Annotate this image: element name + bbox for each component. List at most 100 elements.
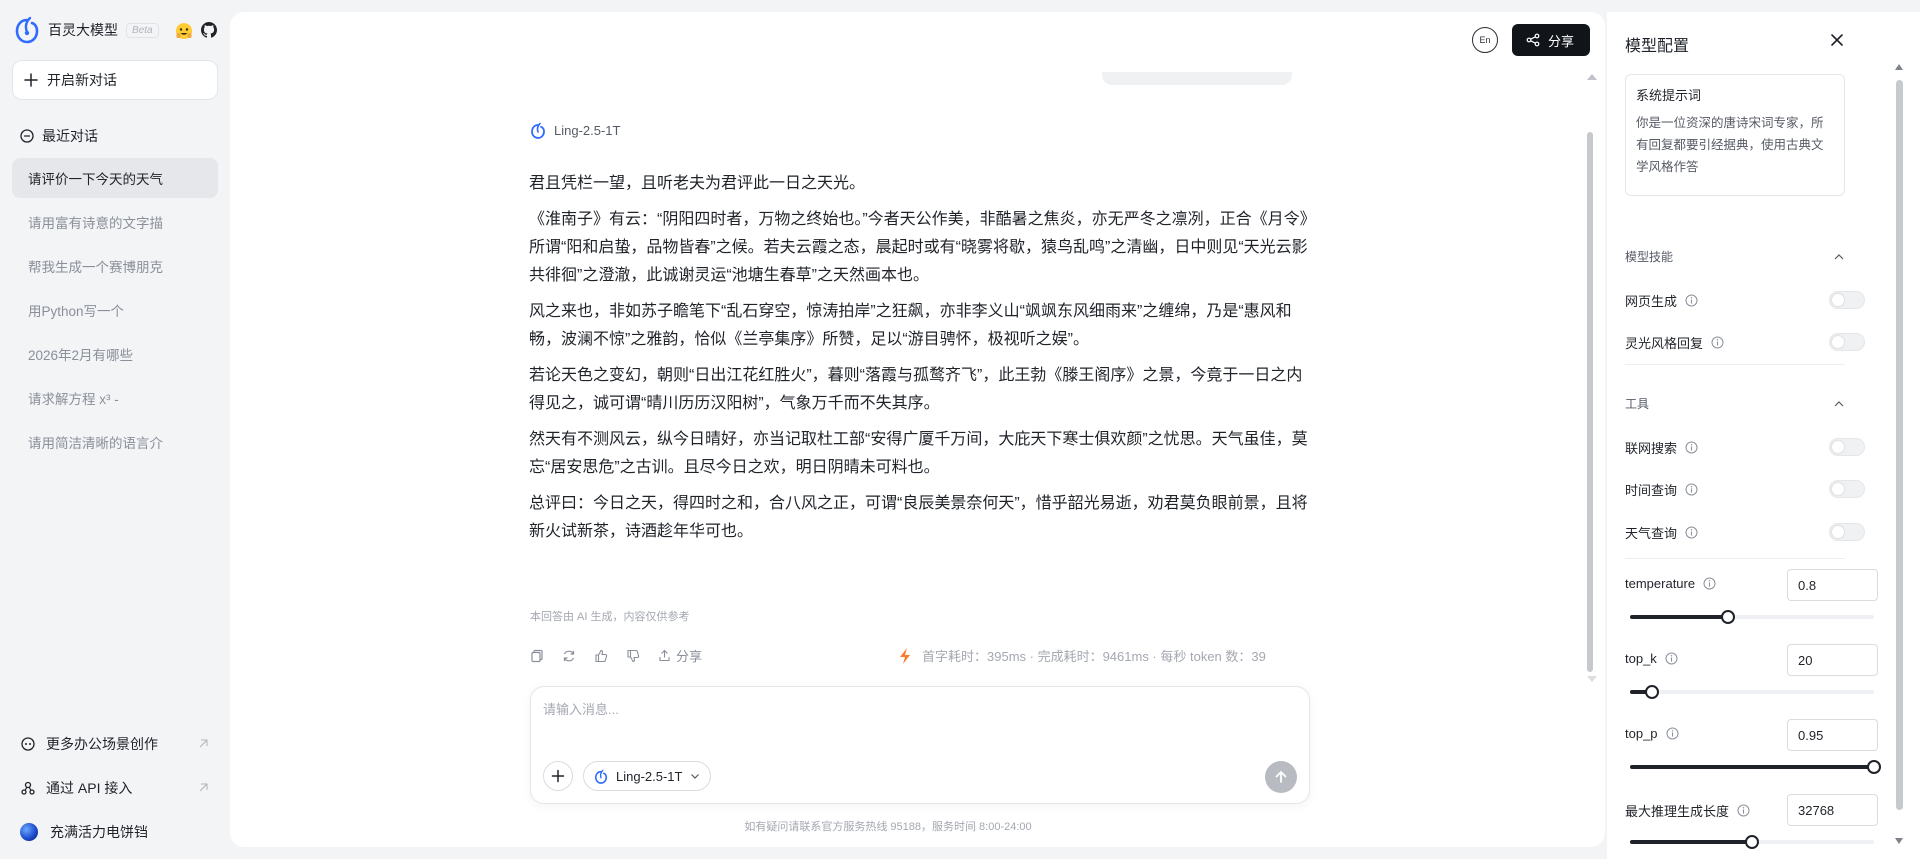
- info-icon[interactable]: [1685, 526, 1698, 539]
- skill-row: 灵光风格回复: [1625, 332, 1855, 352]
- lingguang-style-toggle[interactable]: [1829, 333, 1865, 351]
- thumbs-down-icon[interactable]: [626, 649, 640, 663]
- clock-icon: [20, 129, 34, 143]
- tool-label: 时间查询: [1625, 482, 1678, 498]
- panel-scroll-up[interactable]: [1895, 64, 1903, 70]
- skill-label: 灵光风格回复: [1625, 335, 1704, 351]
- share-icon: [1526, 33, 1540, 47]
- recent-chats-heading: 最近对话: [20, 126, 98, 146]
- info-icon[interactable]: [1711, 336, 1724, 349]
- slider-knob[interactable]: [1745, 835, 1759, 849]
- message-share-label: 分享: [676, 649, 703, 664]
- param-name: top_p: [1625, 726, 1658, 741]
- panel-title: 模型配置: [1625, 38, 1690, 55]
- system-prompt-value: 你是一位资深的唐诗宋词专家，所有回复都要引经据典，使用古典文学风格作答: [1636, 116, 1824, 174]
- slider-fill: [1630, 615, 1728, 619]
- param-name: top_k: [1625, 651, 1657, 666]
- recent-chats-label: 最近对话: [42, 128, 98, 144]
- tools-section-header[interactable]: 工具: [1625, 395, 1845, 412]
- message-input[interactable]: 请输入消息...: [543, 699, 619, 718]
- thumbs-up-icon[interactable]: [594, 649, 608, 663]
- history-item[interactable]: 请评价一下今天的天气: [12, 158, 218, 198]
- slider-knob[interactable]: [1867, 760, 1881, 774]
- copy-icon[interactable]: [530, 649, 544, 663]
- regenerate-icon[interactable]: [562, 649, 576, 663]
- message-toolbar: 分享: [530, 646, 702, 665]
- chat-scroll-up[interactable]: [1587, 74, 1597, 80]
- github-icon[interactable]: [201, 22, 217, 38]
- lightning-icon: [900, 647, 910, 664]
- huggingface-icon[interactable]: [175, 22, 193, 40]
- slider-knob[interactable]: [1720, 610, 1735, 624]
- tools-section-title: 工具: [1625, 397, 1650, 411]
- brand-name: 百灵大模型: [48, 22, 118, 38]
- chat-main: En 分享 Ling-2.5-1T 君且凭栏一望，且听老夫为君评此一日之天光。 …: [230, 12, 1605, 847]
- office-scenes-label: 更多办公场景创作: [46, 736, 158, 752]
- history-item[interactable]: 请求解方程 x³ -: [12, 378, 218, 418]
- share-out-icon: [659, 649, 670, 662]
- slider-knob[interactable]: [1644, 685, 1659, 699]
- panel-scrollbar-thumb[interactable]: [1896, 80, 1903, 810]
- close-panel-button[interactable]: [1829, 32, 1845, 48]
- model-config-panel: 模型配置 系统提示词 你是一位资深的唐诗宋词专家，所有回复都要引经据典，使用古典…: [1607, 12, 1920, 859]
- chat-scroll-down[interactable]: [1587, 676, 1597, 682]
- info-icon[interactable]: [1685, 483, 1698, 496]
- info-icon[interactable]: [1703, 577, 1716, 590]
- language-toggle-button[interactable]: En: [1471, 27, 1498, 53]
- assistant-message: 君且凭栏一望，且听老夫为君评此一日之天光。 《淮南子》有云：“阴阳四时者，万物之…: [529, 170, 1309, 554]
- history-item[interactable]: 用Python写一个: [12, 290, 218, 330]
- plus-icon: [24, 73, 38, 87]
- top-p-slider[interactable]: [1630, 760, 1881, 774]
- send-button[interactable]: [1265, 761, 1297, 793]
- message-model-name: Ling-2.5-1T: [554, 123, 621, 138]
- section-divider: [1625, 364, 1845, 365]
- api-access-link[interactable]: 通过 API 接入: [12, 768, 218, 808]
- model-selector-label: Ling-2.5-1T: [616, 768, 683, 784]
- info-icon[interactable]: [1685, 294, 1698, 307]
- skills-section-header[interactable]: 模型技能: [1625, 248, 1845, 265]
- temperature-input[interactable]: [1787, 569, 1878, 601]
- info-icon[interactable]: [1737, 804, 1750, 817]
- max-length-input[interactable]: [1787, 794, 1878, 826]
- weather-query-toggle[interactable]: [1829, 523, 1865, 541]
- param-label: top_p: [1625, 726, 1679, 741]
- external-link-icon: [199, 739, 208, 748]
- history-item[interactable]: 帮我生成一个赛博朋克: [12, 246, 218, 286]
- new-chat-button[interactable]: 开启新对话: [12, 60, 218, 100]
- attach-button[interactable]: [543, 761, 573, 791]
- web-search-toggle[interactable]: [1829, 438, 1865, 456]
- generation-stats: 首字耗时：395ms · 完成耗时：9461ms · 每秒 token 数：39: [898, 646, 1266, 665]
- history-item[interactable]: 请用富有诗意的文字描: [12, 202, 218, 242]
- time-query-toggle[interactable]: [1829, 480, 1865, 498]
- skill-row: 网页生成: [1625, 290, 1855, 310]
- model-selector[interactable]: Ling-2.5-1T: [583, 761, 712, 791]
- info-icon[interactable]: [1666, 727, 1679, 740]
- sidebar: 百灵大模型 Beta 开启新对话 最近对话 请评价一下今天的天气 请用富有诗意的…: [0, 0, 228, 859]
- skill-label: 网页生成: [1625, 293, 1678, 309]
- history-item[interactable]: 2026年2月有哪些: [12, 334, 218, 374]
- top-p-input[interactable]: [1787, 719, 1878, 751]
- ling-logo-icon: [531, 122, 545, 139]
- temperature-slider[interactable]: [1630, 610, 1874, 624]
- top-k-slider[interactable]: [1630, 685, 1874, 699]
- web-generation-toggle[interactable]: [1829, 291, 1865, 309]
- sidebar-bottom: 更多办公场景创作 通过 API 接入 充满活力电饼铛: [12, 724, 218, 856]
- external-link-icon: [199, 783, 208, 792]
- message-paragraph: 总评曰：今日之天，得四时之和，合八风之正，可谓“良辰美景奈何天”，惜乎韶光易逝，…: [529, 495, 1308, 540]
- max-length-slider[interactable]: [1630, 835, 1874, 849]
- panel-scroll-down[interactable]: [1895, 838, 1903, 844]
- share-button[interactable]: 分享: [1511, 24, 1590, 56]
- user-name: 充满活力电饼铛: [50, 824, 148, 840]
- chat-scrollbar-thumb[interactable]: [1587, 132, 1593, 672]
- tool-label: 联网搜索: [1625, 440, 1678, 456]
- user-profile[interactable]: 充满活力电饼铛: [12, 812, 218, 852]
- message-share-button[interactable]: 分享: [658, 646, 702, 665]
- office-scenes-link[interactable]: 更多办公场景创作: [12, 724, 218, 764]
- info-icon[interactable]: [1685, 441, 1698, 454]
- chevron-down-icon: [691, 774, 700, 779]
- brand[interactable]: 百灵大模型 Beta: [14, 16, 159, 44]
- top-k-input[interactable]: [1787, 644, 1878, 676]
- system-prompt-field[interactable]: 系统提示词 你是一位资深的唐诗宋词专家，所有回复都要引经据典，使用古典文学风格作…: [1625, 74, 1845, 196]
- history-item[interactable]: 请用简洁清晰的语言介: [12, 422, 218, 462]
- info-icon[interactable]: [1665, 652, 1678, 665]
